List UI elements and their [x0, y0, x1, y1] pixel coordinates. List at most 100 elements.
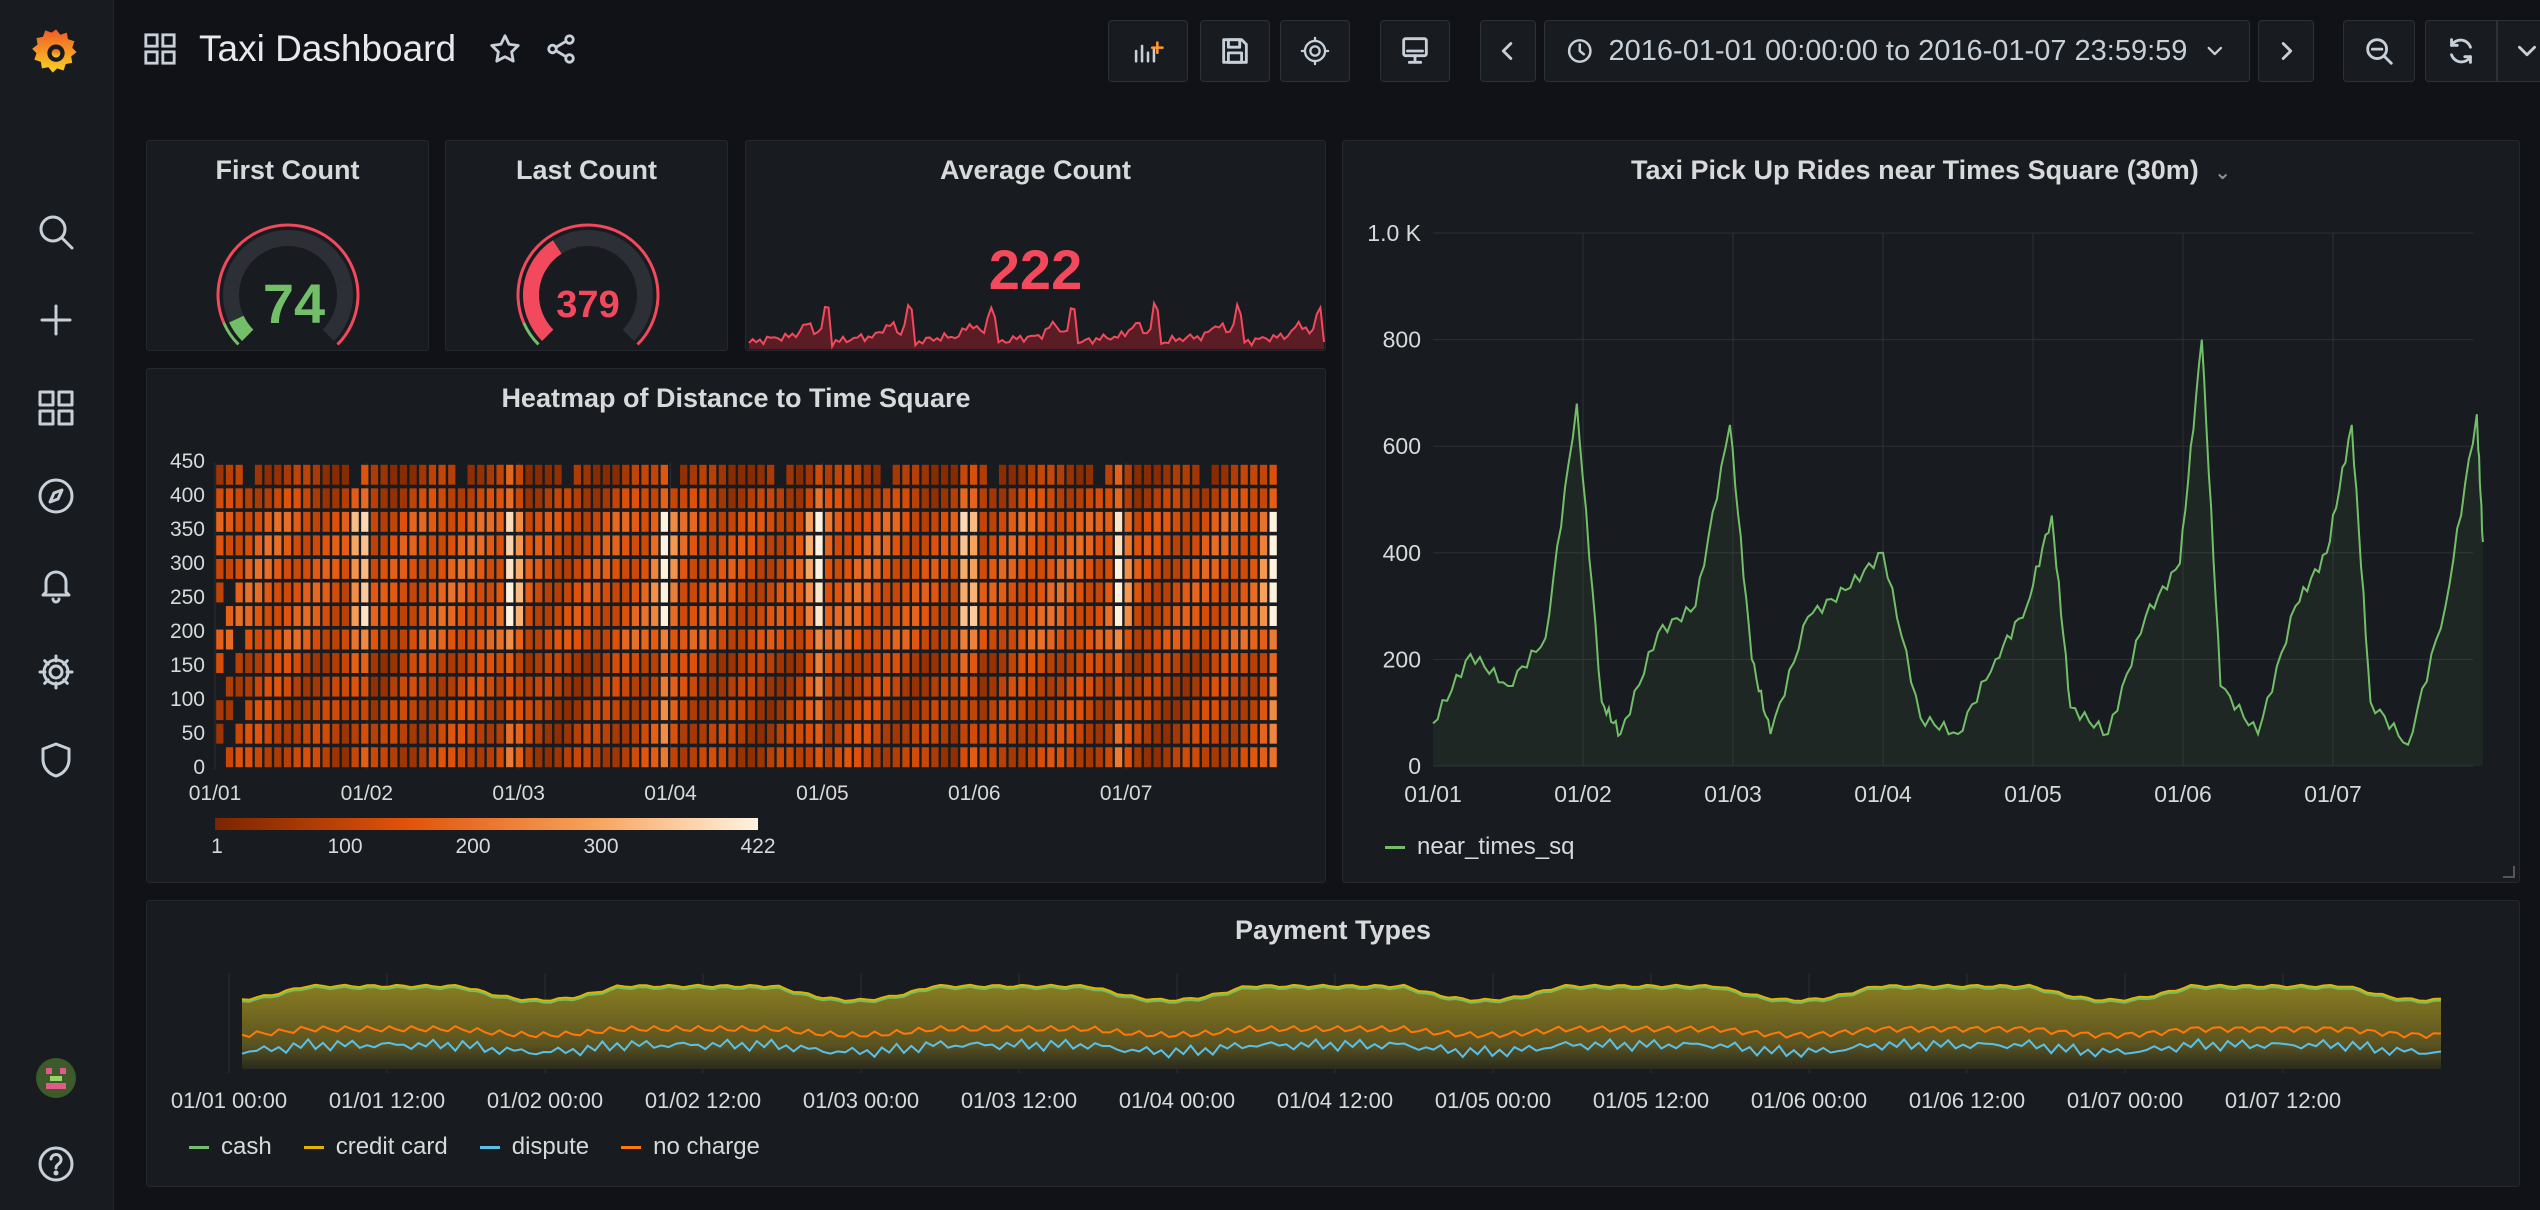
help-icon[interactable] — [30, 1138, 82, 1190]
star-icon[interactable] — [488, 32, 522, 66]
panel-first-count[interactable]: First Count 74 — [146, 140, 429, 351]
heatmap-cell — [612, 582, 620, 603]
heatmap-cell — [757, 488, 765, 509]
dashboard-title[interactable]: Taxi Dashboard — [199, 28, 456, 70]
heatmap-cell — [506, 723, 514, 744]
heatmap-cell — [815, 700, 823, 721]
heatmap-cell — [1008, 558, 1016, 579]
heatmap-cell — [573, 464, 582, 485]
heatmap-cell — [1056, 747, 1065, 768]
grafana-logo-icon[interactable] — [30, 25, 82, 77]
heatmap-cell — [1085, 535, 1094, 556]
legend-item[interactable]: cash — [189, 1133, 272, 1161]
time-shift-back-button[interactable] — [1480, 20, 1536, 82]
heatmap-cell — [254, 700, 263, 721]
zoom-out-button[interactable] — [2343, 20, 2415, 82]
legend-item[interactable]: near_times_sq — [1385, 833, 1574, 861]
heatmap-cell — [911, 488, 920, 509]
heatmap-cell — [332, 464, 340, 485]
heatmap-cell — [332, 488, 340, 509]
heatmap-cell — [216, 535, 224, 556]
heatmap-cell — [593, 653, 601, 674]
user-avatar[interactable] — [30, 1052, 82, 1104]
heatmap-cell — [496, 488, 504, 509]
alerting-icon[interactable] — [30, 558, 82, 610]
heatmap-cell — [1240, 700, 1248, 721]
heatmap-cell — [738, 488, 746, 509]
heatmap-cell — [960, 747, 968, 768]
save-dashboard-button[interactable] — [1200, 20, 1270, 82]
shield-icon[interactable] — [30, 734, 82, 786]
heatmap-cell — [409, 488, 417, 509]
heatmap-cell — [1105, 606, 1113, 626]
heatmap-cell — [1182, 676, 1190, 697]
heatmap-cell — [506, 747, 514, 768]
heatmap-cell — [689, 629, 697, 650]
heatmap-cell — [1182, 629, 1190, 650]
x-tick-label: 01/02 — [341, 782, 394, 805]
heatmap-cell — [216, 653, 224, 674]
time-shift-forward-button[interactable] — [2258, 20, 2314, 82]
heatmap-cell — [467, 747, 475, 768]
refresh-interval-picker[interactable] — [2497, 20, 2540, 82]
explore-icon[interactable] — [30, 470, 82, 522]
heatmap-cell — [602, 700, 611, 721]
panel-payment-types[interactable]: Payment Types 01/01 00:00 01/01 12:00 01/0… — [146, 900, 2520, 1187]
heatmap-cell — [660, 653, 668, 674]
heatmap-cell — [1114, 747, 1123, 768]
time-range-picker[interactable]: 2016-01-01 00:00:00 to 2016-01-07 23:59:… — [1544, 20, 2250, 82]
heatmap-cell — [1201, 558, 1210, 579]
dashboard-settings-button[interactable] — [1280, 20, 1350, 82]
panel-rides-line[interactable]: Taxi Pick Up Rides near Times Square (30… — [1342, 140, 2520, 883]
heatmap-cell — [940, 653, 949, 674]
legend-item[interactable]: dispute — [479, 1133, 589, 1161]
heatmap-cell — [1066, 582, 1074, 603]
panel-heatmap[interactable]: Heatmap of Distance to Time Square 450 40… — [146, 368, 1326, 883]
legend-item[interactable]: credit card — [303, 1133, 448, 1161]
heatmap-cell — [1095, 676, 1103, 697]
x-tick-label: 01/02 00:00 — [487, 1088, 603, 1113]
panel-last-count[interactable]: Last Count 379 — [445, 140, 728, 351]
heatmap-cell — [892, 653, 900, 674]
heatmap-cell — [979, 464, 987, 485]
heatmap-cell — [940, 723, 949, 744]
heatmap-cell — [796, 747, 804, 768]
heatmap-cell — [293, 653, 301, 674]
heatmap-cell — [882, 700, 891, 721]
scale-label: 300 — [583, 835, 618, 858]
heatmap-cell — [950, 535, 958, 556]
heatmap-cell — [969, 535, 978, 556]
heatmap-cell — [370, 582, 379, 603]
y-tick-label: 0 — [193, 756, 205, 779]
heatmap-cell — [370, 464, 379, 485]
heatmap-cell — [457, 653, 466, 674]
heatmap-cell — [467, 511, 475, 532]
panel-average-count[interactable]: Average Count 222 — [745, 140, 1326, 351]
heatmap-cell — [969, 676, 978, 697]
heatmap-cell — [728, 747, 736, 768]
heatmap-cell — [738, 511, 746, 532]
panel-resize-handle[interactable] — [2503, 866, 2515, 878]
heatmap-cell — [767, 535, 775, 556]
dashboards-icon[interactable] — [30, 382, 82, 434]
share-icon[interactable] — [544, 32, 578, 66]
heatmap-cell — [225, 676, 234, 697]
plus-icon[interactable] — [30, 294, 82, 346]
heatmap-cell — [409, 511, 417, 532]
heatmap-cell — [1172, 629, 1181, 650]
heatmap-cell — [1037, 606, 1045, 626]
heatmap-cell — [573, 582, 582, 603]
add-panel-button[interactable] — [1108, 20, 1188, 82]
heatmap-cell — [786, 629, 794, 650]
refresh-button[interactable] — [2425, 20, 2497, 82]
legend-item[interactable]: no charge — [621, 1133, 760, 1161]
heatmap-cell — [312, 653, 321, 674]
tv-mode-button[interactable] — [1380, 20, 1450, 82]
heatmap-cell — [960, 629, 968, 650]
heatmap-cell — [1105, 535, 1113, 556]
heatmap-cell — [960, 676, 968, 697]
search-icon[interactable] — [30, 206, 82, 258]
heatmap-cell — [670, 676, 678, 697]
gear-icon[interactable] — [30, 646, 82, 698]
heatmap-cell — [660, 700, 668, 721]
